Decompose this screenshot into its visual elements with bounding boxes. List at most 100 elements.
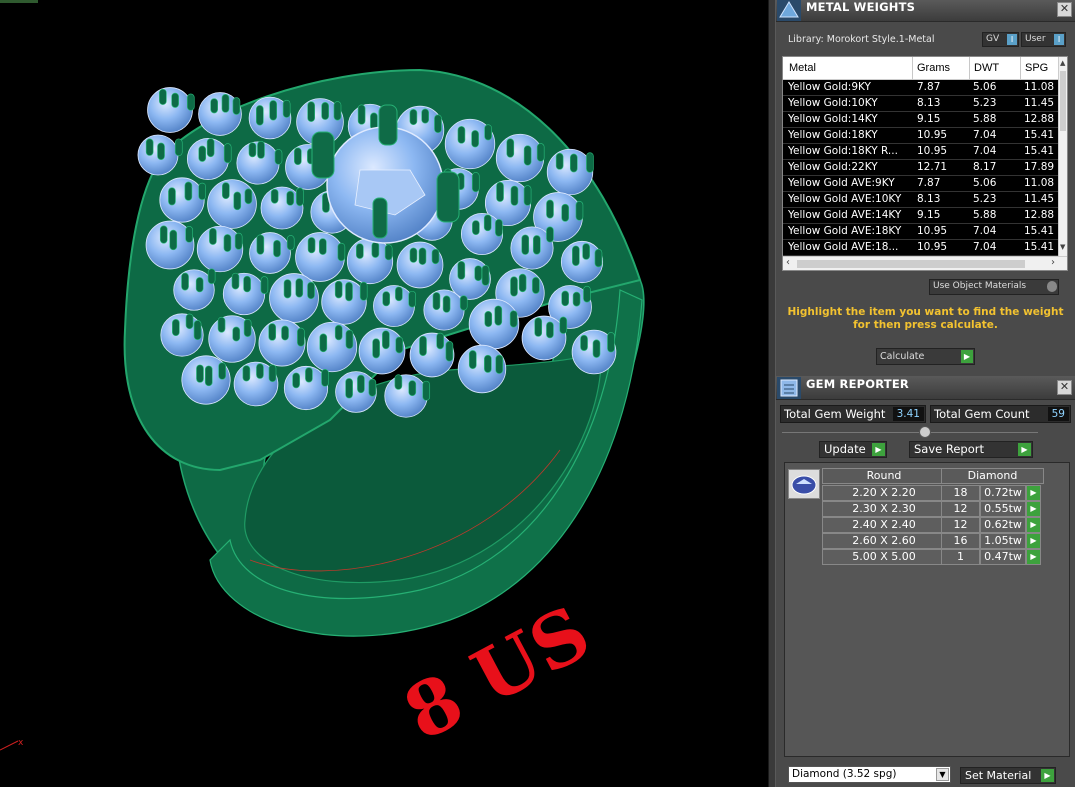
prong	[442, 295, 451, 313]
scroll-left-icon[interactable]: ‹	[786, 257, 790, 268]
gem-count-cell: 12	[941, 501, 980, 517]
metal-row[interactable]: Yellow Gold AVE:9KY 7.87 5.06 11.08	[783, 176, 1061, 192]
scroll-down-icon[interactable]: ▼	[1060, 243, 1065, 251]
prong	[481, 265, 490, 286]
prong	[260, 276, 269, 295]
metal-row[interactable]: Yellow Gold:10KY 8.13 5.23 11.45	[783, 96, 1061, 112]
gem-count-cell: 16	[941, 533, 980, 549]
prong	[234, 232, 243, 250]
calculate-button[interactable]: Calculate ▶	[876, 348, 975, 365]
ring-render: 8 US x	[0, 0, 645, 758]
prong	[217, 316, 226, 333]
prong	[418, 247, 427, 265]
prong	[371, 241, 380, 258]
prong	[307, 237, 316, 254]
metal-cell-dwt: 5.88	[973, 209, 997, 221]
metal-table-hscroll[interactable]: ‹ ›	[783, 256, 1067, 270]
toggle-circle-icon	[1047, 281, 1057, 292]
set-material-button[interactable]: Set Material ▶	[960, 767, 1056, 784]
metal-row[interactable]: Yellow Gold:14KY 9.15 5.88 12.88	[783, 112, 1061, 128]
metal-row[interactable]: Yellow Gold AVE:14KY 9.15 5.88 12.88	[783, 208, 1061, 224]
prong	[198, 182, 206, 200]
user-toggle[interactable]: User I	[1021, 32, 1066, 47]
col-dwt[interactable]: DWT	[974, 62, 999, 74]
pave-gem	[346, 237, 394, 285]
metal-row[interactable]: Yellow Gold:22KY 12.71 8.17 17.89	[783, 160, 1061, 176]
metal-cell-grams: 8.13	[917, 193, 941, 205]
metal-cell-metal: Yellow Gold AVE:14KY	[788, 209, 902, 221]
pave-gem	[495, 133, 545, 183]
scroll-up-icon[interactable]: ▲	[1060, 59, 1065, 67]
gem-row-play-icon[interactable]: ▶	[1026, 549, 1041, 565]
metal-row[interactable]: Yellow Gold AVE:18KY 10.95 7.04 15.41	[783, 224, 1061, 240]
prong	[345, 329, 354, 349]
prong	[408, 290, 417, 308]
gem-row-play-icon[interactable]: ▶	[1026, 533, 1041, 549]
gem-reporter-close-icon[interactable]: ✕	[1057, 380, 1072, 395]
gem-weight-cell: 1.05tw	[980, 533, 1026, 549]
prong	[510, 185, 519, 206]
col-spg[interactable]: SPG	[1025, 62, 1048, 74]
material-select[interactable]: Diamond (3.52 spg) ▼	[788, 766, 951, 783]
prong	[169, 229, 178, 251]
metal-cell-metal: Yellow Gold AVE:18...	[788, 241, 899, 253]
prong	[223, 143, 232, 164]
metal-table[interactable]: Metal Grams DWT SPG Yellow Gold:9KY 7.87 5…	[782, 56, 1068, 271]
gem-reporter-header: GEM REPORTER ✕	[776, 376, 1075, 400]
col-grams[interactable]: Grams	[917, 62, 950, 74]
col-metal[interactable]: Metal	[789, 62, 816, 74]
gv-toggle[interactable]: GV I	[982, 32, 1019, 47]
hscroll-thumb[interactable]	[797, 260, 1025, 268]
prong	[297, 327, 305, 347]
metal-row[interactable]: Yellow Gold AVE:10KY 8.13 5.23 11.45	[783, 192, 1061, 208]
metal-row[interactable]: Yellow Gold:18KY 10.95 7.04 15.41	[783, 128, 1061, 144]
gem-row-play-icon[interactable]: ▶	[1026, 485, 1041, 501]
prong	[171, 92, 179, 108]
metal-cell-metal: Yellow Gold:18KY R...	[788, 145, 898, 157]
prong	[174, 138, 183, 156]
metal-table-vscroll[interactable]: ▲ ▼	[1058, 57, 1067, 257]
prong	[468, 350, 477, 369]
prong	[184, 181, 193, 201]
metal-cell-grams: 12.71	[917, 161, 948, 173]
set-material-label: Set Material	[965, 769, 1032, 782]
panel-splitter[interactable]	[768, 0, 776, 787]
metal-cell-grams: 10.95	[917, 241, 948, 253]
metal-row[interactable]: Yellow Gold AVE:18... 10.95 7.04 15.41	[783, 240, 1061, 256]
scroll-thumb[interactable]	[1060, 71, 1066, 131]
prong	[586, 152, 594, 173]
metal-row[interactable]: Yellow Gold:9KY 7.87 5.06 11.08	[783, 80, 1061, 96]
gem-slider-handle[interactable]	[919, 426, 931, 438]
pave-gem	[384, 374, 428, 418]
3d-viewport[interactable]: 8 US x	[0, 0, 768, 787]
prong	[409, 247, 418, 263]
prong	[337, 242, 346, 262]
total-gem-weight-label: Total Gem Weight	[784, 407, 886, 421]
gem-row-play-icon[interactable]: ▶	[1026, 501, 1041, 517]
gem-count-cell: 1	[941, 549, 980, 565]
use-object-materials-toggle[interactable]: Use Object Materials	[929, 279, 1059, 295]
prong	[357, 104, 366, 125]
save-report-button[interactable]: Save Report ▶	[909, 441, 1033, 458]
gem-slider-track[interactable]	[782, 432, 1038, 433]
prong	[204, 365, 213, 387]
prong	[409, 109, 418, 126]
chevron-down-icon[interactable]: ▼	[936, 768, 949, 781]
metal-row[interactable]: Yellow Gold:18KY R... 10.95 7.04 15.41	[783, 144, 1061, 160]
gem-row-play-icon[interactable]: ▶	[1026, 517, 1041, 533]
prong	[231, 272, 240, 290]
scroll-right-icon[interactable]: ›	[1051, 257, 1055, 268]
prong	[592, 339, 601, 358]
prong	[607, 332, 615, 353]
prong	[296, 187, 304, 207]
update-button[interactable]: Update ▶	[819, 441, 887, 458]
play-icon: ▶	[872, 443, 885, 456]
prong	[307, 281, 315, 300]
metal-cell-metal: Yellow Gold:14KY	[788, 113, 878, 125]
pave-gem	[521, 315, 567, 361]
prong	[457, 126, 466, 144]
metal-weights-close-icon[interactable]: ✕	[1057, 2, 1072, 17]
prong	[432, 292, 441, 311]
viewport-corner-marker	[0, 0, 38, 3]
round-gem-icon[interactable]	[788, 469, 820, 499]
